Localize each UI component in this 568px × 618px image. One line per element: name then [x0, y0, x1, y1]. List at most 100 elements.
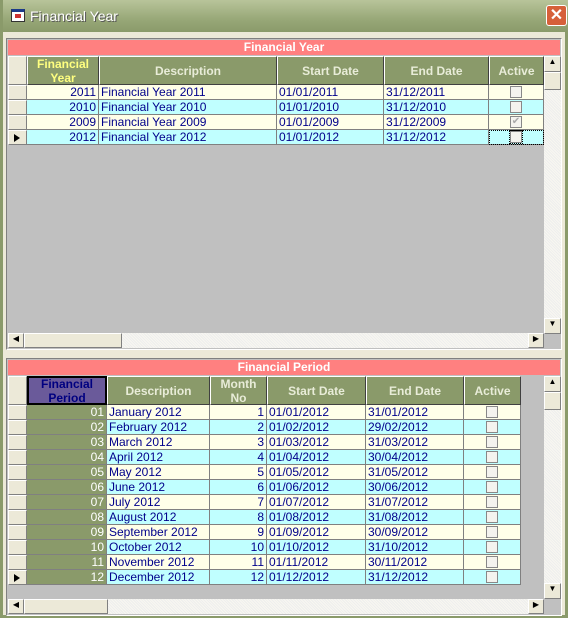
- active-checkbox[interactable]: [510, 101, 522, 113]
- start-cell[interactable]: 01/04/2012: [267, 450, 366, 465]
- month-cell[interactable]: 4: [210, 450, 267, 465]
- description-cell[interactable]: May 2012: [107, 465, 210, 480]
- active-checkbox[interactable]: [486, 571, 498, 583]
- row-selector[interactable]: [8, 465, 27, 480]
- start-cell[interactable]: 01/12/2012: [267, 570, 366, 585]
- period-cell[interactable]: 06: [27, 480, 107, 495]
- row-selector[interactable]: [8, 420, 27, 435]
- end-cell[interactable]: 30/06/2012: [366, 480, 464, 495]
- end-cell[interactable]: 30/04/2012: [366, 450, 464, 465]
- period-cell[interactable]: 05: [27, 465, 107, 480]
- active-checkbox[interactable]: [486, 466, 498, 478]
- horizontal-scroll-thumb[interactable]: [24, 333, 122, 348]
- scroll-right-button[interactable]: ▶: [528, 333, 544, 348]
- active-checkbox[interactable]: [486, 451, 498, 463]
- row-selector[interactable]: [8, 115, 27, 130]
- scroll-left-button[interactable]: ◀: [8, 333, 24, 348]
- row-selector[interactable]: [8, 570, 27, 585]
- start-cell[interactable]: 01/08/2012: [267, 510, 366, 525]
- month-cell[interactable]: 12: [210, 570, 267, 585]
- description-cell[interactable]: February 2012: [107, 420, 210, 435]
- scroll-down-button[interactable]: ▼: [544, 318, 561, 334]
- active-checkbox[interactable]: [510, 86, 522, 98]
- vertical-scroll-thumb[interactable]: [544, 392, 561, 410]
- start-cell[interactable]: 01/01/2012: [277, 130, 384, 145]
- active-checkbox[interactable]: [486, 541, 498, 553]
- active-checkbox[interactable]: [486, 406, 498, 418]
- row-selector[interactable]: [8, 100, 27, 115]
- scroll-down-button[interactable]: ▼: [544, 583, 561, 599]
- active-checkbox[interactable]: [486, 481, 498, 493]
- column-header-description[interactable]: Description: [107, 376, 210, 405]
- column-header-description[interactable]: Description: [99, 56, 277, 85]
- period-cell[interactable]: 11: [27, 555, 107, 570]
- row-selector[interactable]: [8, 435, 27, 450]
- period-cell[interactable]: 07: [27, 495, 107, 510]
- description-cell[interactable]: September 2012: [107, 525, 210, 540]
- end-cell[interactable]: 31/12/2009: [384, 115, 489, 130]
- month-cell[interactable]: 1: [210, 405, 267, 420]
- start-cell[interactable]: 01/01/2012: [267, 405, 366, 420]
- active-checkbox[interactable]: [509, 130, 523, 144]
- period-cell[interactable]: 01: [27, 405, 107, 420]
- description-cell[interactable]: June 2012: [107, 480, 210, 495]
- column-header-start[interactable]: Start Date: [267, 376, 366, 405]
- description-cell[interactable]: Financial Year 2011: [99, 85, 277, 100]
- row-selector[interactable]: [8, 540, 27, 555]
- active-checkbox[interactable]: [486, 526, 498, 538]
- row-selector[interactable]: [8, 480, 27, 495]
- active-checkbox[interactable]: [486, 511, 498, 523]
- end-cell[interactable]: 30/09/2012: [366, 525, 464, 540]
- start-cell[interactable]: 01/01/2010: [277, 100, 384, 115]
- column-header-active[interactable]: Active: [489, 56, 544, 85]
- scroll-up-button[interactable]: ▲: [544, 376, 561, 392]
- scroll-right-button[interactable]: ▶: [528, 599, 544, 614]
- column-header-end[interactable]: End Date: [384, 56, 489, 85]
- column-header-active[interactable]: Active: [464, 376, 521, 405]
- description-cell[interactable]: March 2012: [107, 435, 210, 450]
- end-cell[interactable]: 31/12/2012: [366, 570, 464, 585]
- description-cell[interactable]: January 2012: [107, 405, 210, 420]
- month-cell[interactable]: 10: [210, 540, 267, 555]
- column-header-month[interactable]: Month No: [210, 376, 267, 405]
- end-cell[interactable]: 31/10/2012: [366, 540, 464, 555]
- vertical-scrollbar[interactable]: [544, 56, 561, 334]
- active-checkbox[interactable]: [486, 556, 498, 568]
- start-cell[interactable]: 01/01/2011: [277, 85, 384, 100]
- column-header-period[interactable]: Financial Period: [27, 376, 107, 405]
- start-cell[interactable]: 01/05/2012: [267, 465, 366, 480]
- description-cell[interactable]: Financial Year 2009: [99, 115, 277, 130]
- start-cell[interactable]: 01/09/2012: [267, 525, 366, 540]
- active-checkbox[interactable]: [486, 496, 498, 508]
- month-cell[interactable]: 3: [210, 435, 267, 450]
- end-cell[interactable]: 31/08/2012: [366, 510, 464, 525]
- start-cell[interactable]: 01/01/2009: [277, 115, 384, 130]
- description-cell[interactable]: August 2012: [107, 510, 210, 525]
- description-cell[interactable]: December 2012: [107, 570, 210, 585]
- description-cell[interactable]: November 2012: [107, 555, 210, 570]
- close-button[interactable]: ✕: [546, 5, 567, 26]
- period-cell[interactable]: 12: [27, 570, 107, 585]
- end-cell[interactable]: 31/01/2012: [366, 405, 464, 420]
- start-cell[interactable]: 01/11/2012: [267, 555, 366, 570]
- row-selector[interactable]: [8, 85, 27, 100]
- description-cell[interactable]: October 2012: [107, 540, 210, 555]
- period-cell[interactable]: 08: [27, 510, 107, 525]
- end-cell[interactable]: 31/03/2012: [366, 435, 464, 450]
- end-cell[interactable]: 31/12/2012: [384, 130, 489, 145]
- row-selector[interactable]: [8, 450, 27, 465]
- vertical-scroll-thumb[interactable]: [544, 72, 561, 90]
- column-header-start[interactable]: Start Date: [277, 56, 384, 85]
- horizontal-scroll-thumb[interactable]: [24, 599, 108, 614]
- scroll-up-button[interactable]: ▲: [544, 56, 561, 72]
- end-cell[interactable]: 30/11/2012: [366, 555, 464, 570]
- start-cell[interactable]: 01/03/2012: [267, 435, 366, 450]
- period-cell[interactable]: 10: [27, 540, 107, 555]
- period-cell[interactable]: 04: [27, 450, 107, 465]
- start-cell[interactable]: 01/10/2012: [267, 540, 366, 555]
- month-cell[interactable]: 6: [210, 480, 267, 495]
- year-cell[interactable]: 2010: [27, 100, 99, 115]
- end-cell[interactable]: 31/07/2012: [366, 495, 464, 510]
- period-cell[interactable]: 09: [27, 525, 107, 540]
- description-cell[interactable]: April 2012: [107, 450, 210, 465]
